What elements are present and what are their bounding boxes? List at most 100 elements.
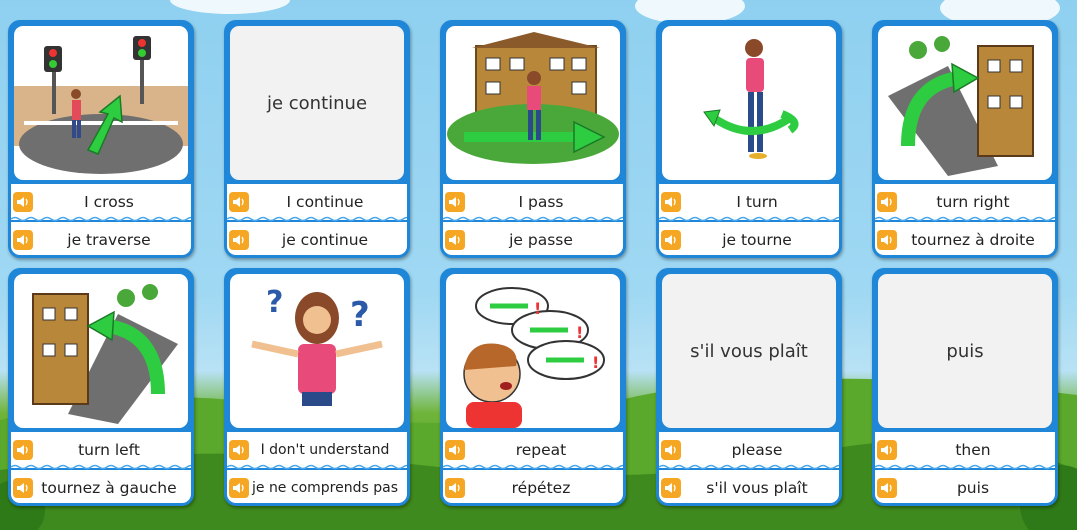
speaker-icon bbox=[233, 445, 244, 455]
speaker-button[interactable] bbox=[229, 440, 249, 460]
english-row: I don't understand bbox=[227, 432, 407, 468]
english-row: please bbox=[659, 432, 839, 468]
flashcard[interactable]: je continue I continue je continue bbox=[224, 20, 410, 258]
french-row: je passe bbox=[443, 222, 623, 255]
english-label: I continue bbox=[286, 193, 364, 211]
prompt-text: puis bbox=[946, 340, 984, 362]
english-row: I pass bbox=[443, 184, 623, 220]
speaker-button[interactable] bbox=[661, 440, 681, 460]
speaker-icon bbox=[881, 483, 892, 493]
english-row: I cross bbox=[11, 184, 191, 220]
speaker-icon bbox=[17, 483, 28, 493]
english-label: please bbox=[731, 441, 783, 459]
speaker-icon bbox=[665, 235, 676, 245]
flashcard-grid: I cross je traverse je continue I contin… bbox=[8, 20, 1058, 506]
english-row: repeat bbox=[443, 432, 623, 468]
prompt-panel: je continue bbox=[230, 26, 404, 180]
speaker-button[interactable] bbox=[661, 478, 681, 498]
flashcard[interactable]: I turn je tourne bbox=[656, 20, 842, 258]
passing-building-picture bbox=[446, 26, 620, 180]
speaker-icon bbox=[449, 483, 460, 493]
speaker-button[interactable] bbox=[13, 440, 33, 460]
french-label: je passe bbox=[509, 231, 573, 249]
english-row: I continue bbox=[227, 184, 407, 220]
flashcard[interactable]: turn left tournez à gauche bbox=[8, 268, 194, 506]
english-label: I don't understand bbox=[260, 441, 390, 458]
speaker-icon bbox=[17, 197, 28, 207]
speaker-button[interactable] bbox=[661, 230, 681, 250]
english-label: I pass bbox=[518, 193, 564, 211]
prompt-text: je continue bbox=[266, 92, 368, 114]
svg-text:!: ! bbox=[534, 299, 541, 318]
french-label: répétez bbox=[511, 479, 571, 497]
flashcard[interactable]: I pass je passe bbox=[440, 20, 626, 258]
french-label: je traverse bbox=[67, 231, 151, 249]
repeat-speech-picture: ! ! ! bbox=[446, 274, 620, 428]
speaker-button[interactable] bbox=[877, 230, 897, 250]
english-row: I turn bbox=[659, 184, 839, 220]
speaker-icon bbox=[665, 445, 676, 455]
flashcard[interactable]: I cross je traverse bbox=[8, 20, 194, 258]
prompt-panel: puis bbox=[878, 274, 1052, 428]
turn-left-street-picture bbox=[14, 274, 188, 428]
speaker-icon bbox=[449, 197, 460, 207]
english-row: turn left bbox=[11, 432, 191, 468]
turn-right-street-picture bbox=[878, 26, 1052, 180]
svg-text:?: ? bbox=[266, 285, 283, 320]
prompt-panel: s'il vous plaît bbox=[662, 274, 836, 428]
french-row: répétez bbox=[443, 470, 623, 503]
speaker-button[interactable] bbox=[877, 192, 897, 212]
speaker-button[interactable] bbox=[445, 478, 465, 498]
flashcard[interactable]: turn right tournez à droite bbox=[872, 20, 1058, 258]
speaker-button[interactable] bbox=[445, 230, 465, 250]
speaker-button[interactable] bbox=[13, 192, 33, 212]
speaker-icon bbox=[449, 235, 460, 245]
speaker-icon bbox=[233, 483, 244, 493]
english-label: turn left bbox=[78, 441, 140, 459]
crossing-road-picture bbox=[14, 26, 188, 180]
french-row: s'il vous plaît bbox=[659, 470, 839, 503]
french-row: tournez à droite bbox=[875, 222, 1055, 255]
speaker-button[interactable] bbox=[445, 192, 465, 212]
speaker-icon bbox=[881, 197, 892, 207]
english-label: then bbox=[955, 441, 991, 459]
english-label: turn right bbox=[936, 193, 1010, 211]
speaker-button[interactable] bbox=[661, 192, 681, 212]
french-row: puis bbox=[875, 470, 1055, 503]
french-label: puis bbox=[956, 479, 990, 497]
french-label: tournez à gauche bbox=[41, 479, 177, 497]
speaker-button[interactable] bbox=[229, 230, 249, 250]
svg-text:!: ! bbox=[592, 353, 599, 372]
speaker-icon bbox=[881, 445, 892, 455]
speaker-button[interactable] bbox=[229, 192, 249, 212]
speaker-button[interactable] bbox=[13, 478, 33, 498]
speaker-icon bbox=[449, 445, 460, 455]
french-row: je traverse bbox=[11, 222, 191, 255]
french-label: je ne comprends pas bbox=[251, 479, 398, 496]
speaker-button[interactable] bbox=[445, 440, 465, 460]
flashcard[interactable]: ? ? I don't understand je ne comprends p… bbox=[224, 268, 410, 506]
flashcard[interactable]: s'il vous plaît please s'il vous plaît bbox=[656, 268, 842, 506]
speaker-button[interactable] bbox=[877, 440, 897, 460]
french-row: je continue bbox=[227, 222, 407, 255]
speaker-button[interactable] bbox=[877, 478, 897, 498]
speaker-icon bbox=[233, 197, 244, 207]
svg-text:!: ! bbox=[576, 323, 583, 342]
french-label: tournez à droite bbox=[911, 231, 1035, 249]
speaker-button[interactable] bbox=[229, 478, 249, 498]
flashcard[interactable]: ! ! ! repeat répétez bbox=[440, 268, 626, 506]
flashcard[interactable]: puis then puis bbox=[872, 268, 1058, 506]
speaker-icon bbox=[17, 445, 28, 455]
french-label: je continue bbox=[281, 231, 369, 249]
french-label: je tourne bbox=[722, 231, 792, 249]
english-row: turn right bbox=[875, 184, 1055, 220]
french-label: s'il vous plaît bbox=[706, 479, 808, 497]
english-label: I turn bbox=[736, 193, 778, 211]
speaker-icon bbox=[881, 235, 892, 245]
french-row: je ne comprends pas bbox=[227, 470, 407, 503]
speaker-icon bbox=[17, 235, 28, 245]
english-label: I cross bbox=[84, 193, 134, 211]
speaker-button[interactable] bbox=[13, 230, 33, 250]
english-label: repeat bbox=[515, 441, 567, 459]
speaker-icon bbox=[233, 235, 244, 245]
